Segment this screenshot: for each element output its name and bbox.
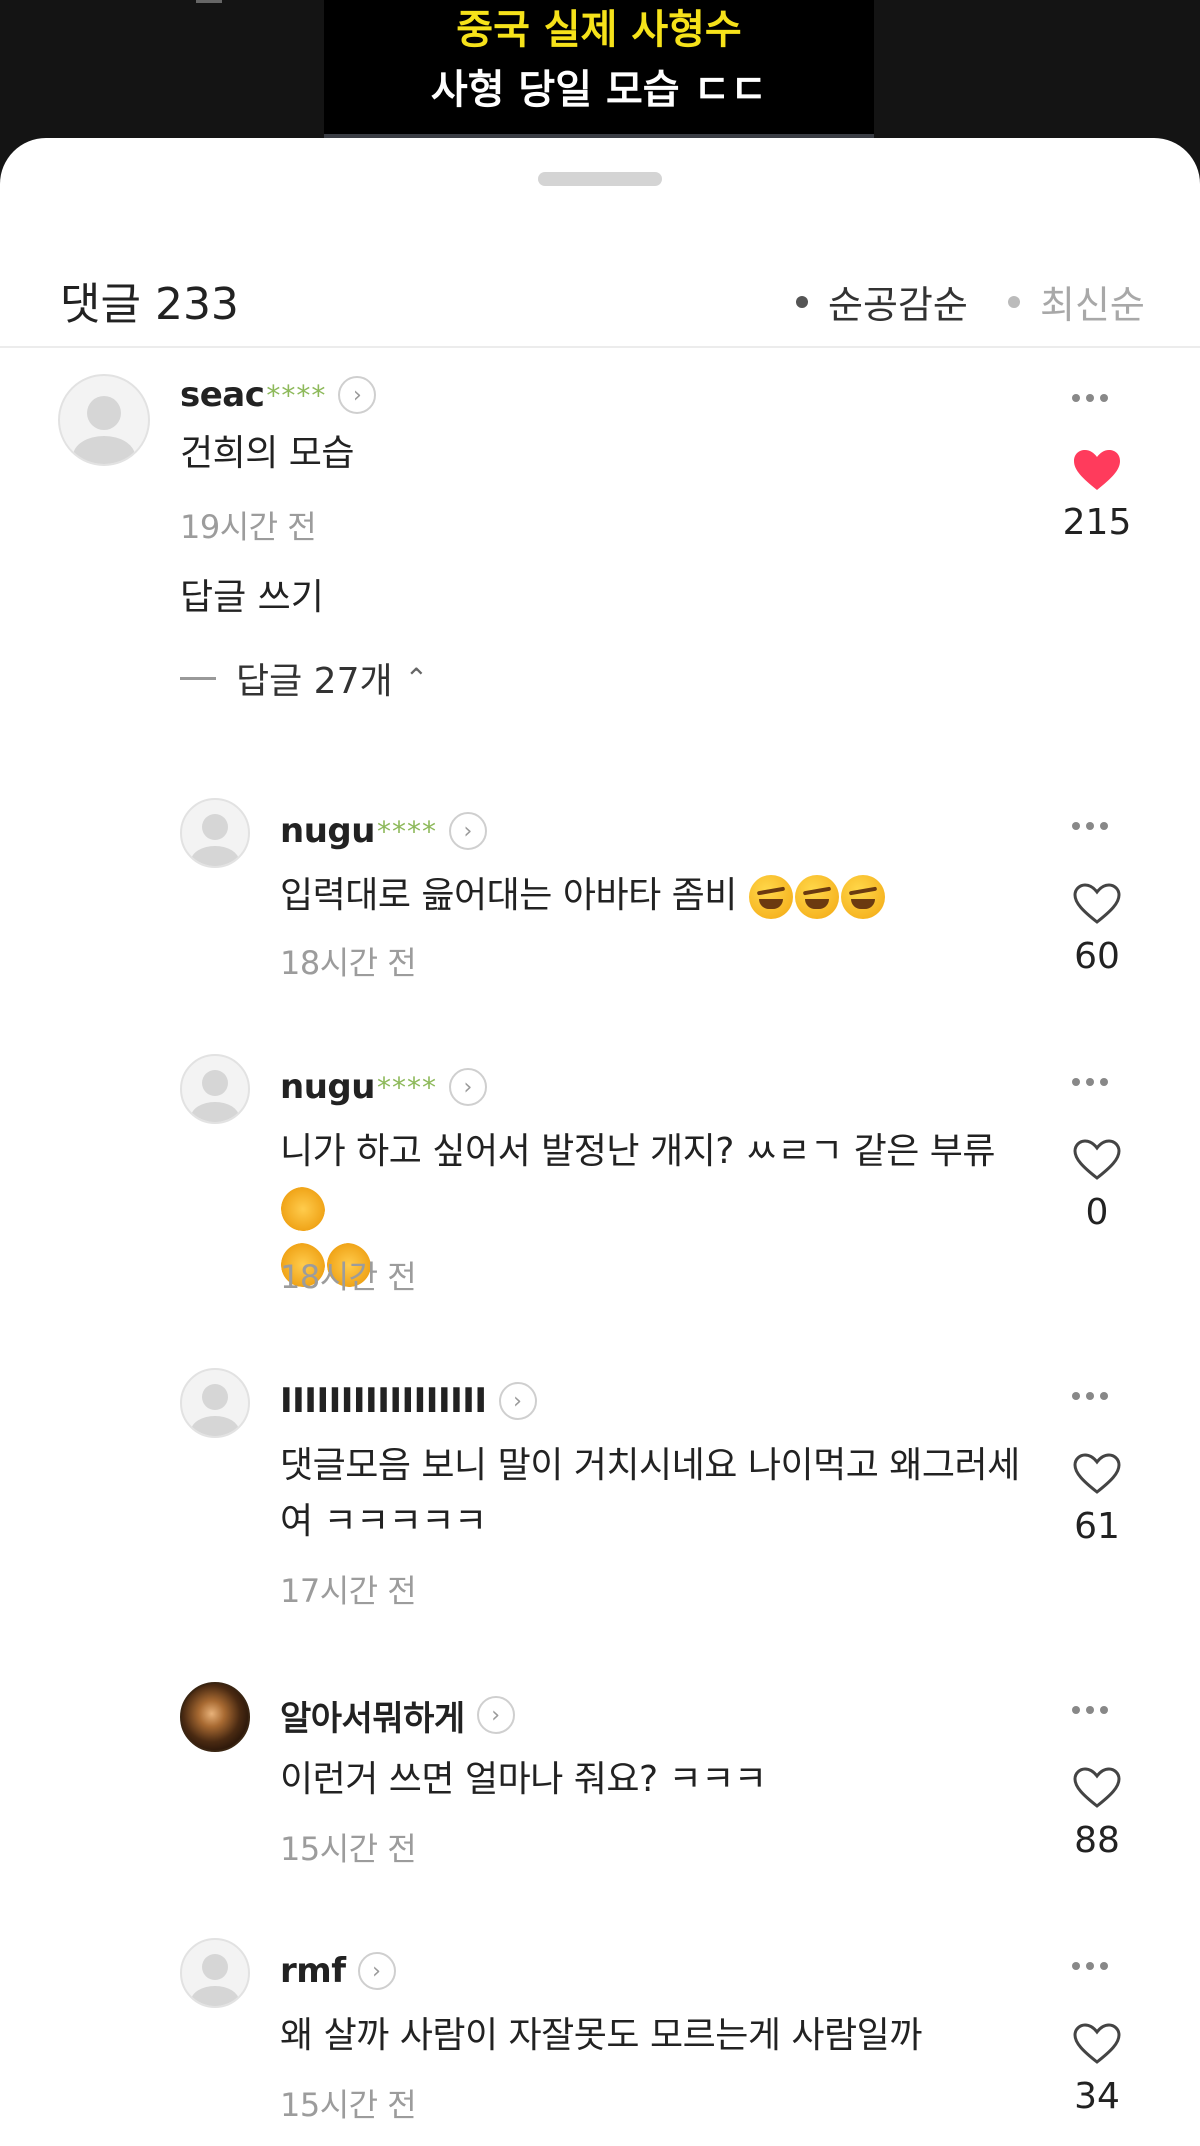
avatar[interactable] [180,1682,250,1752]
more-options-button[interactable] [1072,822,1108,830]
sheet-drag-handle[interactable] [538,172,662,186]
comment-user[interactable]: nugu **** › [280,806,487,856]
sort-popular-label: 순공감순 [828,283,968,327]
like-button[interactable]: 34 [1052,2022,1142,2117]
username[interactable]: rmf [280,1951,346,1991]
comment-time: 18시간 전 [280,944,417,982]
comment-time: 15시간 전 [280,1830,417,1868]
comments-header: 댓글 233 순공감순 최신순 [0,248,1200,348]
comment-user[interactable]: seac **** › [180,370,377,420]
more-options-button[interactable] [1072,1392,1108,1400]
write-reply-button[interactable]: 답글 쓰기 [180,568,324,620]
comments-count-title: 댓글 233 [60,279,239,330]
username-mask: **** [376,1070,437,1104]
like-button[interactable]: 0 [1052,1138,1142,1233]
like-count: 34 [1074,2076,1120,2117]
comment-user[interactable]: 알아서뭐하게 › [280,1690,515,1740]
comment-text: 댓글모음 보니 말이 거치시네요 나이먹고 왜그러세 여 ㅋㅋㅋㅋㅋ [280,1445,1020,1542]
comment-text: 이런거 쓰면 얼마나 줘요? ㅋㅋㅋ [280,1759,767,1800]
rofl-emoji-icon [840,875,885,919]
chevron-right-icon[interactable]: › [338,376,377,414]
rofl-emoji-icon [748,875,793,919]
comment-user[interactable]: rmf › [280,1946,396,1996]
comment-text: 왜 살까 사람이 자잘못도 모르는게 사람일까 [280,2015,922,2056]
username-mask: **** [266,378,327,412]
sort-latest-button[interactable]: 최신순 [1008,274,1145,329]
avatar[interactable] [180,1054,250,1124]
heart-outline-icon [1073,1139,1121,1180]
rofl-emoji-icon [794,875,839,919]
comment-time: 18시간 전 [280,1258,417,1296]
chevron-right-icon[interactable]: › [448,812,487,850]
username[interactable]: IIIIIIIIIIIIIIIII [280,1381,487,1421]
comments-sheet: 댓글 233 순공감순 최신순 seac **** › 건희의 모습 19시간 … [0,138,1200,2146]
avatar[interactable] [58,374,150,466]
heart-outline-icon [1073,1453,1121,1494]
comment-time: 15시간 전 [280,2086,417,2124]
more-options-button[interactable] [1072,1706,1108,1714]
heart-outline-icon [1073,883,1121,924]
like-button[interactable]: 88 [1052,1766,1142,1861]
comment-text: 건희의 모습 [180,433,355,474]
username-mask: **** [376,814,437,848]
username[interactable]: seac [180,375,265,415]
heart-outline-icon [1073,2023,1121,2064]
more-options-button[interactable] [1072,394,1108,402]
chevron-right-icon[interactable]: › [357,1952,396,1990]
chevron-right-icon[interactable]: › [498,1382,537,1420]
replies-count-label: 답글 27개 [236,661,393,702]
avatar[interactable] [180,1368,250,1438]
more-options-button[interactable] [1072,1962,1108,1970]
comment-time: 19시간 전 [180,508,317,546]
like-count: 60 [1074,936,1120,977]
comment-user[interactable]: IIIIIIIIIIIIIIIII › [280,1376,537,1426]
status-indicator [196,0,222,3]
replies-toggle-button[interactable]: 답글 27개 ⌃ [180,652,428,704]
chevron-right-icon[interactable]: › [448,1068,487,1106]
selected-dot-icon [796,295,808,308]
clapping-hands-emoji-icon [281,1187,325,1231]
username[interactable]: 알아서뭐하게 [280,1691,465,1740]
dot-icon [1008,295,1020,308]
comment-text: 입력대로 읊어대는 아바타 좀비 [280,868,886,924]
heart-filled-icon [1074,450,1120,490]
video-title-line1: 중국 실제 사형수 [456,7,742,53]
more-options-button[interactable] [1072,1078,1108,1086]
dash-icon [180,676,216,680]
like-count: 61 [1074,1506,1120,1547]
comment-user[interactable]: nugu **** › [280,1062,487,1112]
sort-popular-button[interactable]: 순공감순 [796,274,968,329]
video-title-line2: 사형 당일 모습 ㄷㄷ [430,67,768,113]
username[interactable]: nugu [280,811,375,851]
video-thumbnail[interactable]: 중국 실제 사형수 사형 당일 모습 ㄷㄷ [324,0,874,140]
like-count: 88 [1074,1820,1120,1861]
comment-time: 17시간 전 [280,1572,417,1610]
like-count: 0 [1085,1192,1109,1233]
chevron-right-icon[interactable]: › [476,1696,515,1734]
chevron-up-icon: ⌃ [404,661,429,695]
like-button[interactable]: 60 [1052,882,1142,977]
like-button[interactable]: 61 [1052,1452,1142,1547]
avatar[interactable] [180,798,250,868]
avatar[interactable] [180,1938,250,2008]
username[interactable]: nugu [280,1067,375,1107]
like-count: 215 [1062,502,1132,543]
like-button[interactable]: 215 [1052,448,1142,543]
heart-outline-icon [1073,1767,1121,1808]
sort-latest-label: 최신순 [1040,283,1145,327]
